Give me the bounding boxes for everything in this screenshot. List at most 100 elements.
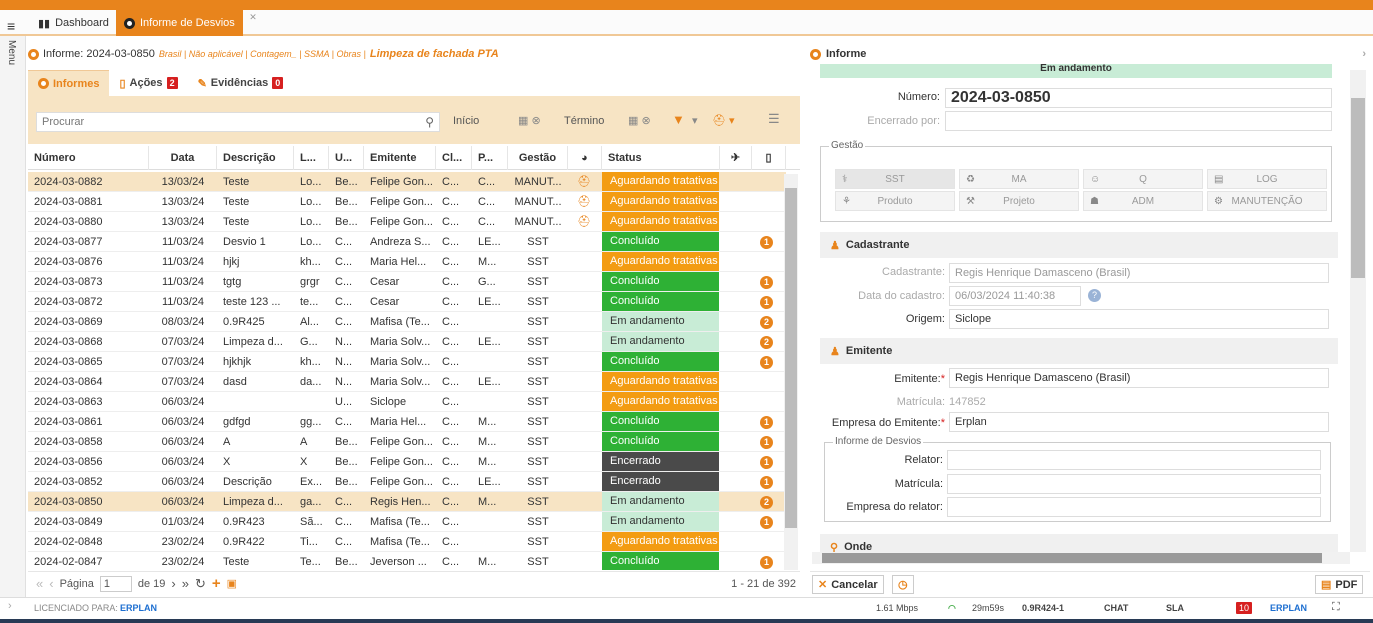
table-row[interactable]: 2024-02-0848 23/02/24 0.9R422 Ti... C... Mafi…: [28, 532, 786, 552]
empresa-emitente-field[interactable]: Erplan: [949, 412, 1329, 432]
collapse-icon[interactable]: ›: [1362, 48, 1366, 60]
table-row[interactable]: 2024-03-0881 13/03/24 Teste Lo... Be... Felip…: [28, 192, 786, 212]
calendar-icon[interactable]: ▦ ⊗: [628, 114, 651, 127]
gestao-button-produto[interactable]: ⚘ Produto: [835, 191, 955, 211]
cell-u: C...: [335, 296, 353, 308]
prev-page-icon[interactable]: ‹: [49, 576, 53, 591]
gestao-button-q[interactable]: ☺ Q: [1083, 169, 1203, 189]
tab-informe-desvios[interactable]: Informe de Desvios ✕: [116, 10, 257, 36]
col-gestao[interactable]: Gestão: [508, 146, 568, 170]
cell-data: 07/03/24: [161, 336, 205, 348]
filter-icon[interactable]: ▼: [672, 112, 685, 127]
origem-field[interactable]: Siclope: [949, 309, 1329, 329]
form-hscrollbar[interactable]: [812, 552, 1350, 564]
table-row[interactable]: 2024-03-0864 07/03/24 dasd da... N... Maria S…: [28, 372, 786, 392]
pdf-button[interactable]: ▤ PDF: [1315, 575, 1364, 594]
expand-icon[interactable]: ›: [8, 600, 12, 612]
pin-icon: ✈: [730, 152, 741, 164]
subtab-acoes[interactable]: ▯ Ações 2: [109, 70, 187, 96]
numero-field[interactable]: 2024-03-0850: [945, 88, 1332, 108]
table-row[interactable]: 2024-03-0849 01/03/24 0.9R423 Sã... C... Mafi…: [28, 512, 786, 532]
table-row[interactable]: 2024-03-0858 06/03/24 A A Be... Felipe Gon...…: [28, 432, 786, 452]
table-row[interactable]: 2024-03-0852 06/03/24 Descrição Ex... Be... F…: [28, 472, 786, 492]
calendar-icon[interactable]: ▦ ⊗: [518, 114, 541, 127]
cell-descricao: [217, 392, 294, 412]
gestao-button-sst[interactable]: ⚕ SST: [835, 169, 955, 189]
close-tab-icon[interactable]: ✕: [249, 12, 257, 23]
gestao-button-projeto[interactable]: ⚒ Projeto: [959, 191, 1079, 211]
matricula2-field[interactable]: [947, 474, 1321, 494]
table-row[interactable]: 2024-03-0865 07/03/24 hjkhjk kh... N... Maria…: [28, 352, 786, 372]
table-row[interactable]: 2024-03-0850 06/03/24 Limpeza d... ga... C..…: [28, 492, 786, 512]
col-l[interactable]: L...: [294, 146, 329, 170]
search-icon[interactable]: ⚲: [425, 115, 434, 129]
table-row[interactable]: 2024-03-0873 11/03/24 tgtg grgr C... Cesar C..…: [28, 272, 786, 292]
table-row[interactable]: 2024-03-0861 06/03/24 gdfgd gg... C... Maria …: [28, 412, 786, 432]
scrollbar-thumb[interactable]: [1351, 98, 1365, 278]
gestao-button-manutenção[interactable]: ⚙ MANUTENÇÃO: [1207, 191, 1327, 211]
table-row[interactable]: 2024-03-0872 11/03/24 teste 123 ... te... C.…: [28, 292, 786, 312]
side-menu[interactable]: ≡ Menu: [0, 18, 26, 598]
notification-badge[interactable]: 10: [1236, 602, 1253, 614]
last-page-icon[interactable]: »: [182, 576, 189, 591]
hardhat-icon[interactable]: ⛑ ▾: [712, 114, 735, 127]
col-numero[interactable]: Número: [28, 146, 149, 170]
subtab-evidencias[interactable]: ✎ Evidências 0: [188, 70, 294, 96]
cell-p: M...: [478, 436, 497, 448]
next-page-icon[interactable]: ›: [171, 576, 175, 591]
gestao-button-log[interactable]: ▤ LOG: [1207, 169, 1327, 189]
chat-button[interactable]: CHAT: [1104, 603, 1128, 613]
subtab-informes[interactable]: Informes: [28, 70, 110, 96]
list-menu-icon[interactable]: ☰: [768, 111, 780, 127]
add-icon[interactable]: +: [212, 575, 221, 592]
table-row[interactable]: 2024-03-0863 06/03/24 U... Siclope C... SST Ag…: [28, 392, 786, 412]
excel-export-icon[interactable]: ▣: [227, 577, 237, 590]
table-row[interactable]: 2024-03-0856 06/03/24 X X Be... Felipe Gon...…: [28, 452, 786, 472]
cancel-button[interactable]: ✕ Cancelar: [812, 575, 884, 594]
end-date-field[interactable]: Término: [564, 115, 604, 127]
form-scrollbar[interactable]: [1350, 70, 1366, 552]
table-row[interactable]: 2024-03-0868 07/03/24 Limpeza d... G... N...…: [28, 332, 786, 352]
col-descricao[interactable]: Descrição: [217, 146, 294, 170]
relator-field[interactable]: [947, 450, 1321, 470]
refresh-icon[interactable]: ↻: [195, 576, 206, 592]
cell-emitente: Maria Solv...: [370, 336, 431, 348]
table-scrollbar[interactable]: [784, 174, 798, 570]
col-pin[interactable]: ✈: [720, 146, 752, 170]
first-page-icon[interactable]: «: [36, 576, 43, 591]
emitente-field[interactable]: Regis Henrique Damasceno (Brasil): [949, 368, 1329, 388]
info-icon[interactable]: ?: [1088, 289, 1101, 302]
table-row[interactable]: 2024-02-0847 23/02/24 Teste Te... Be... Jever…: [28, 552, 786, 570]
hamburger-icon[interactable]: ≡: [7, 18, 15, 34]
col-clipboard[interactable]: ▯: [752, 146, 786, 170]
chevron-down-icon[interactable]: ▾: [692, 114, 698, 127]
col-cl[interactable]: Cl...: [436, 146, 472, 170]
col-u[interactable]: U...: [329, 146, 364, 170]
table-row[interactable]: 2024-03-0880 13/03/24 Teste Lo... Be... Felip…: [28, 212, 786, 232]
history-button[interactable]: ◷: [892, 575, 914, 594]
col-penguin[interactable]: ◕: [568, 146, 602, 170]
gestao-button-ma[interactable]: ♻ MA: [959, 169, 1079, 189]
search-input[interactable]: Procurar ⚲: [36, 112, 440, 132]
start-date-field[interactable]: Início: [453, 115, 479, 127]
encerrado-field[interactable]: [945, 111, 1332, 131]
gestao-button-adm[interactable]: ☗ ADM: [1083, 191, 1203, 211]
page-input[interactable]: 1: [99, 575, 132, 592]
sla-button[interactable]: SLA: [1166, 603, 1184, 613]
cell-u: Be...: [335, 456, 358, 468]
table-row[interactable]: 2024-03-0869 08/03/24 0.9R425 Al... C... Mafi…: [28, 312, 786, 332]
scrollbar-thumb[interactable]: [785, 188, 797, 528]
col-status[interactable]: Status: [602, 146, 720, 170]
table-row[interactable]: 2024-03-0882 13/03/24 Teste Lo... Be... Felip…: [28, 172, 786, 192]
page-label: Página: [59, 577, 94, 590]
empresa-relator-field[interactable]: [947, 497, 1321, 517]
col-p[interactable]: P...: [472, 146, 508, 170]
table-row[interactable]: 2024-03-0877 11/03/24 Desvio 1 Lo... C... And…: [28, 232, 786, 252]
col-emitente[interactable]: Emitente: [364, 146, 436, 170]
fullscreen-icon[interactable]: ⛶: [1332, 601, 1340, 614]
scrollbar-thumb[interactable]: [822, 553, 1322, 563]
tab-dashboard[interactable]: ▮▮ Dashboard: [30, 10, 117, 36]
cell-emitente: Mafisa (Te...: [370, 516, 430, 528]
table-row[interactable]: 2024-03-0876 11/03/24 hjkj kh... C... Maria H…: [28, 252, 786, 272]
col-data[interactable]: Data: [149, 146, 217, 170]
